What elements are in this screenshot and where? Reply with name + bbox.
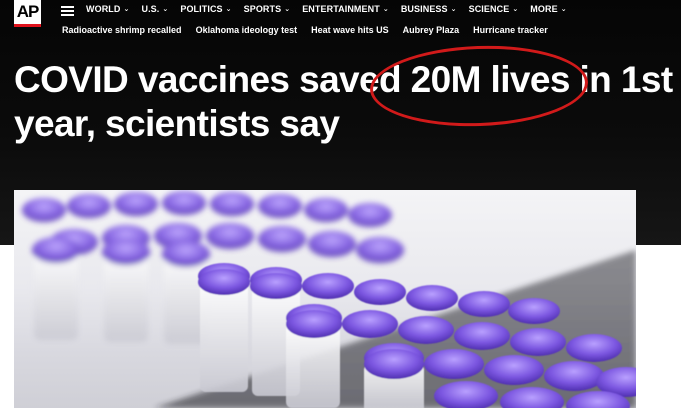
- nav-item-science[interactable]: SCIENCE ⌄: [469, 4, 519, 14]
- logo-underline: [14, 24, 41, 27]
- nav-item-politics[interactable]: POLITICS ⌄: [180, 4, 231, 14]
- chevron-down-icon: ⌄: [123, 6, 130, 13]
- nav-item-sports[interactable]: SPORTS ⌄: [244, 4, 291, 14]
- ap-logo[interactable]: AP: [14, 0, 41, 24]
- trending-link[interactable]: Hurricane tracker: [473, 25, 548, 35]
- chevron-down-icon: ⌄: [450, 6, 457, 13]
- article-photo[interactable]: [14, 190, 636, 408]
- chevron-down-icon: ⌄: [284, 6, 291, 13]
- nav-item-world[interactable]: WORLD ⌄: [86, 4, 129, 14]
- chevron-down-icon: ⌄: [162, 6, 169, 13]
- trending-link[interactable]: Oklahoma ideology test: [196, 25, 298, 35]
- chevron-down-icon: ⌄: [560, 6, 567, 13]
- nav-item-us[interactable]: U.S. ⌄: [141, 4, 168, 14]
- menu-icon[interactable]: [61, 6, 74, 16]
- trending-link[interactable]: Aubrey Plaza: [403, 25, 460, 35]
- trending-link[interactable]: Radioactive shrimp recalled: [62, 25, 182, 35]
- trending-link[interactable]: Heat wave hits US: [311, 25, 389, 35]
- chevron-down-icon: ⌄: [382, 6, 389, 13]
- chevron-down-icon: ⌄: [512, 6, 519, 13]
- chevron-down-icon: ⌄: [225, 6, 232, 13]
- nav-item-more[interactable]: MORE ⌄: [530, 4, 566, 14]
- vaccine-vials-photo-icon: [22, 191, 636, 408]
- trending-bar: Radioactive shrimp recalled Oklahoma ide…: [62, 25, 562, 35]
- nav-item-business[interactable]: BUSINESS ⌄: [401, 4, 457, 14]
- main-nav: WORLD ⌄ U.S. ⌄ POLITICS ⌄ SPORTS ⌄ ENTERTAIN…: [86, 4, 579, 14]
- nav-item-entertainment[interactable]: ENTERTAINMENT ⌄: [302, 4, 389, 14]
